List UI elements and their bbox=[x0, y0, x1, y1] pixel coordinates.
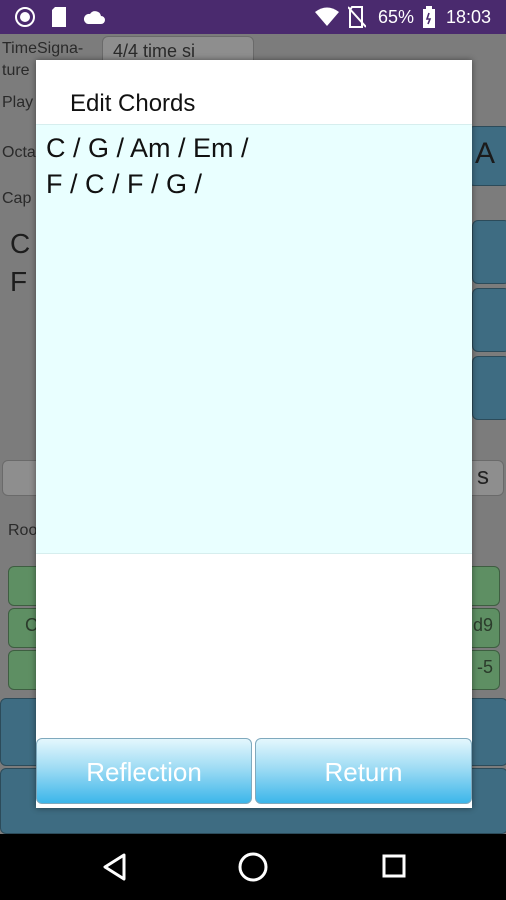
chords-preview-line2: F bbox=[10, 266, 28, 297]
back-icon[interactable] bbox=[100, 852, 128, 882]
capo-label: Cap bbox=[2, 190, 32, 207]
sd-card-icon bbox=[52, 7, 66, 27]
no-sim-icon bbox=[348, 6, 366, 28]
root-label: Roo bbox=[8, 522, 38, 539]
edit-chords-dialog: Edit Chords C / G / Am / Em / F / C / F … bbox=[36, 60, 472, 808]
side-button-2[interactable] bbox=[472, 288, 506, 352]
side-button-a[interactable]: A bbox=[468, 126, 506, 186]
side-button-1[interactable] bbox=[472, 220, 506, 284]
cloud-icon bbox=[83, 11, 105, 24]
home-icon[interactable] bbox=[236, 852, 270, 886]
battery-percent: 65% bbox=[378, 7, 415, 27]
battery-icon bbox=[423, 6, 435, 28]
status-bar: 65% 18:03 bbox=[0, 0, 506, 34]
clock: 18:03 bbox=[446, 7, 492, 27]
octave-label: Octa bbox=[2, 144, 36, 161]
navigation-bar bbox=[0, 834, 506, 900]
record-icon bbox=[15, 7, 35, 27]
chords-text-area[interactable]: C / G / Am / Em / F / C / F / G / bbox=[36, 124, 472, 554]
time-signature-value: 4/4 time si bbox=[113, 41, 196, 61]
chords-text-line2: F / C / F / G / bbox=[46, 169, 203, 199]
reflection-button[interactable]: Reflection bbox=[36, 738, 252, 804]
wifi-icon bbox=[315, 7, 339, 26]
recents-icon[interactable] bbox=[382, 852, 408, 882]
chords-preview-line1: C bbox=[10, 228, 31, 259]
side-button-3[interactable] bbox=[472, 356, 506, 420]
return-button[interactable]: Return bbox=[255, 738, 472, 804]
dialog-title: Edit Chords bbox=[70, 90, 196, 117]
play-label: Play bbox=[2, 94, 34, 111]
chords-text-line1: C / G / Am / Em / bbox=[46, 133, 249, 163]
